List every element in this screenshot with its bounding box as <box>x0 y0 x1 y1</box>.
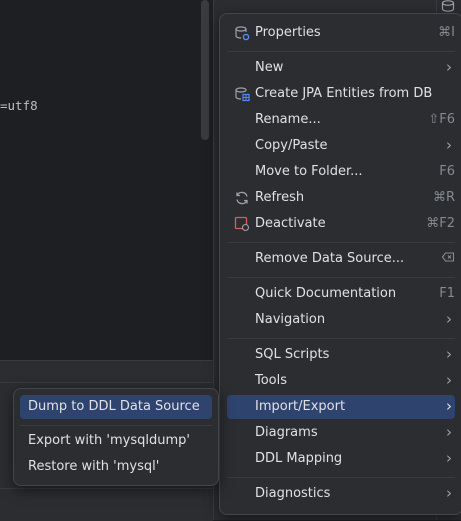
menu-item-ddl-mapping[interactable]: DDL Mapping › <box>227 447 455 471</box>
menu-separator <box>227 338 455 339</box>
shortcut-label: F1 <box>439 286 455 301</box>
menu-item-label: Rename... <box>255 112 321 127</box>
divider <box>0 382 213 383</box>
menu-item-deactivate[interactable]: Deactivate ⌘F2 <box>227 212 455 236</box>
code-line: =utf8 <box>0 98 38 113</box>
menu-item-quick-documentation[interactable]: Quick Documentation F1 <box>227 282 455 306</box>
menu-item-label: Move to Folder... <box>255 164 363 179</box>
menu-item-label: Remove Data Source... <box>255 251 405 266</box>
import-export-submenu: Dump to DDL Data Source Export with 'mys… <box>13 388 219 486</box>
menu-item-remove-data-source[interactable]: Remove Data Source... <box>227 247 455 271</box>
menu-item-diagrams[interactable]: Diagrams › <box>227 421 455 445</box>
menu-item-label: Diagnostics <box>255 486 331 501</box>
menu-item-create-jpa[interactable]: Create JPA Entities from DB <box>227 82 455 106</box>
menu-item-label: Refresh <box>255 190 305 205</box>
menu-item-label: Navigation <box>255 312 326 327</box>
menu-item-refresh[interactable]: Refresh ⌘R <box>227 186 455 210</box>
shortcut-label: ⌘I <box>438 25 455 40</box>
menu-item-label: SQL Scripts <box>255 347 330 362</box>
menu-item-export-mysqldump[interactable]: Export with 'mysqldump' <box>20 429 212 453</box>
menu-separator <box>227 51 455 52</box>
chevron-right-icon: › <box>446 397 452 415</box>
code-editor[interactable]: =utf8 <box>0 0 213 360</box>
chevron-right-icon: › <box>446 449 452 467</box>
shortcut-label: F6 <box>439 164 455 179</box>
menu-item-label: Tools <box>255 373 288 388</box>
menu-separator <box>20 425 212 426</box>
menu-item-diagnostics[interactable]: Diagnostics › <box>227 482 455 506</box>
menu-item-dump-ddl[interactable]: Dump to DDL Data Source <box>20 395 212 419</box>
menu-separator <box>227 242 455 243</box>
deactivate-icon <box>234 216 250 232</box>
context-menu: Properties ⌘I New › Create JPA Entities … <box>219 13 461 515</box>
chevron-right-icon: › <box>446 58 452 76</box>
menu-item-label: Create JPA Entities from DB <box>255 86 433 101</box>
menu-item-label: Deactivate <box>255 216 326 231</box>
chevron-right-icon: › <box>446 310 452 328</box>
chevron-right-icon: › <box>446 371 452 389</box>
editor-scrollbar[interactable] <box>201 0 209 140</box>
menu-item-label: Restore with 'mysql' <box>28 459 160 474</box>
refresh-icon <box>234 190 250 206</box>
database-settings-icon <box>234 25 250 41</box>
chevron-right-icon: › <box>446 345 452 363</box>
menu-item-label: Copy/Paste <box>255 138 328 153</box>
menu-separator <box>227 277 455 278</box>
menu-item-navigation[interactable]: Navigation › <box>227 308 455 332</box>
shortcut-label: ⇧F6 <box>428 112 455 127</box>
shortcut-label: ⌘F2 <box>426 216 455 231</box>
menu-item-sql-scripts[interactable]: SQL Scripts › <box>227 343 455 367</box>
menu-item-copy-paste[interactable]: Copy/Paste › <box>227 134 455 158</box>
menu-separator <box>227 477 455 478</box>
menu-item-label: Properties <box>255 25 321 40</box>
menu-item-rename[interactable]: Rename... ⇧F6 <box>227 108 455 132</box>
menu-item-label: Export with 'mysqldump' <box>28 433 190 448</box>
chevron-right-icon: › <box>446 423 452 441</box>
menu-item-properties[interactable]: Properties ⌘I <box>227 21 455 45</box>
backspace-icon <box>441 250 455 264</box>
menu-item-tools[interactable]: Tools › <box>227 369 455 393</box>
menu-item-new[interactable]: New › <box>227 56 455 80</box>
menu-item-label: New <box>255 60 284 75</box>
menu-item-label: Diagrams <box>255 425 318 440</box>
menu-item-label: Quick Documentation <box>255 286 397 301</box>
chevron-right-icon: › <box>446 484 452 502</box>
menu-item-label: Import/Export <box>255 399 346 414</box>
shortcut-label: ⌘R <box>432 190 455 205</box>
menu-item-label: Dump to DDL Data Source <box>28 399 200 414</box>
database-table-icon <box>234 86 250 102</box>
divider <box>0 488 213 489</box>
menu-item-label: DDL Mapping <box>255 451 343 466</box>
menu-item-move-to-folder[interactable]: Move to Folder... F6 <box>227 160 455 184</box>
chevron-right-icon: › <box>446 136 452 154</box>
menu-item-restore-mysql[interactable]: Restore with 'mysql' <box>20 455 212 479</box>
menu-item-import-export[interactable]: Import/Export › <box>227 395 455 419</box>
database-icon[interactable] <box>441 0 455 12</box>
